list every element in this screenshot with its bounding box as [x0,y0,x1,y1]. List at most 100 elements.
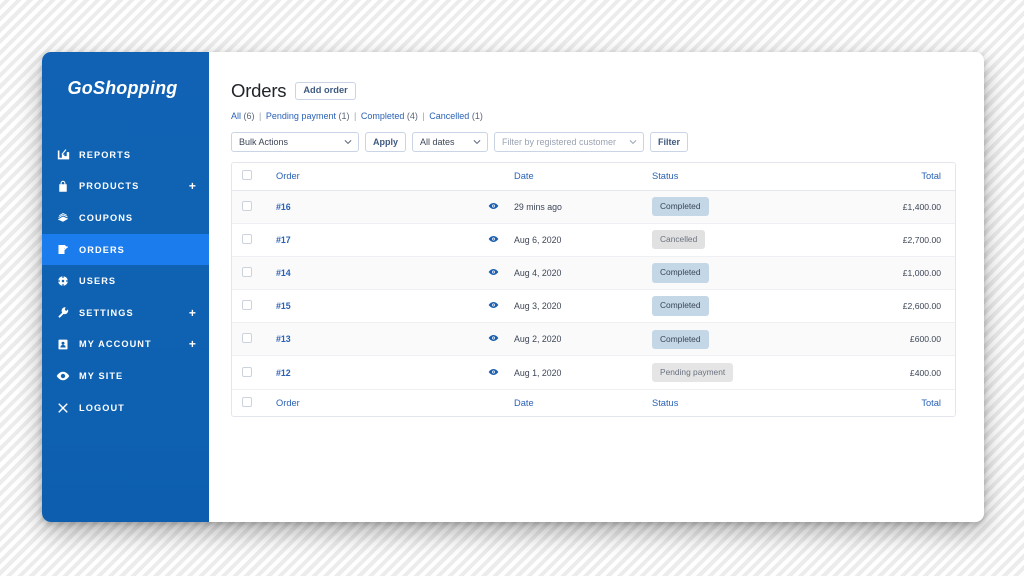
column-header-status[interactable]: Status [652,163,842,191]
sidebar-item-label: REPORTS [79,149,132,160]
sidebar-item-reports[interactable]: REPORTS [42,139,209,171]
bulk-actions-value: Bulk Actions [239,137,289,147]
filter-link-all[interactable]: All [231,111,241,121]
row-checkbox[interactable] [242,266,252,277]
row-select-cell [232,289,262,324]
sidebar-item-settings[interactable]: SETTINGS + [42,297,209,329]
status-badge: Cancelled [652,230,706,250]
eye-icon [56,369,70,383]
bulk-actions-select[interactable]: Bulk Actions [231,132,359,152]
order-cell: #12 [262,355,472,390]
sidebar-item-label: PRODUCTS [79,181,140,192]
filter-link-cancelled[interactable]: Cancelled [429,111,469,121]
sidebar-item-label: MY SITE [79,370,124,381]
column-footer-order[interactable]: Order [262,388,472,417]
sidebar-item-my-account[interactable]: MY ACCOUNT + [42,329,209,361]
sidebar-item-products[interactable]: PRODUCTS + [42,171,209,203]
status-badge: Completed [652,296,709,316]
expand-plus-icon[interactable]: + [189,338,197,350]
date-cell: 29 mins ago [514,190,652,224]
select-all-checkbox-footer[interactable] [242,396,252,407]
total-cell: £400.00 [842,355,955,390]
filter-button[interactable]: Filter [650,132,689,152]
table-row[interactable]: #15 Aug 3, 2020 Completed £2,600.00 [232,289,955,324]
preview-cell[interactable] [472,223,514,257]
preview-eye-icon[interactable] [488,235,499,245]
table-row[interactable]: #12 Aug 1, 2020 Pending payment £400.00 [232,355,955,390]
users-icon [56,274,70,288]
sidebar-item-users[interactable]: USERS [42,265,209,297]
preview-cell[interactable] [472,355,514,390]
chevron-down-icon [629,138,637,146]
table-row[interactable]: #17 Aug 6, 2020 Cancelled £2,700.00 [232,223,955,257]
row-select-cell [232,190,262,224]
column-header-total[interactable]: Total [842,163,955,191]
total-cell: £1,400.00 [842,190,955,224]
add-order-button[interactable]: Add order [295,81,356,101]
status-badge: Pending payment [652,362,734,383]
preview-eye-icon[interactable] [488,301,499,311]
filter-link-completed[interactable]: Completed [361,111,405,121]
page-header: Orders Add order [231,80,956,102]
filter-count: (6) [243,111,255,121]
page-title: Orders [231,80,287,101]
preview-cell[interactable] [472,190,514,224]
order-link[interactable]: #13 [276,334,291,344]
preview-eye-icon[interactable] [488,202,499,212]
order-link[interactable]: #16 [276,202,291,212]
column-footer-date[interactable]: Date [514,388,652,417]
order-link[interactable]: #14 [276,268,291,278]
table-row[interactable]: #14 Aug 4, 2020 Completed £1,000.00 [232,256,955,291]
sidebar-item-label: USERS [79,276,117,287]
dates-value: All dates [420,137,455,147]
status-cell: Cancelled [652,223,842,257]
preview-cell[interactable] [472,289,514,324]
preview-eye-icon[interactable] [488,334,499,344]
table-foot: Order Date Status Total [232,388,955,417]
filter-link-pending-payment[interactable]: Pending payment [266,111,336,121]
row-select-cell [232,223,262,257]
order-cell: #17 [262,223,472,257]
column-footer-total[interactable]: Total [842,388,955,417]
account-icon [56,337,70,351]
sidebar-item-logout[interactable]: LOGOUT [42,392,209,424]
status-cell: Completed [652,289,842,324]
preview-eye-icon[interactable] [488,268,499,278]
apply-button[interactable]: Apply [365,132,407,152]
order-link[interactable]: #15 [276,301,291,311]
column-header-date[interactable]: Date [514,163,652,191]
row-checkbox[interactable] [242,366,252,377]
table-row[interactable]: #16 29 mins ago Completed £1,400.00 [232,190,955,224]
expand-plus-icon[interactable]: + [189,307,197,319]
chevron-down-icon [344,138,352,146]
preview-cell[interactable] [472,322,514,357]
order-link[interactable]: #17 [276,235,291,245]
column-header-order[interactable]: Order [262,163,472,191]
column-footer-status[interactable]: Status [652,388,842,417]
row-checkbox[interactable] [242,300,252,311]
bar-chart-icon [56,148,70,162]
row-checkbox[interactable] [242,233,252,244]
filter-count: (1) [471,111,483,121]
sidebar-item-coupons[interactable]: COUPONS [42,202,209,234]
select-all-checkbox[interactable] [242,170,252,181]
sidebar-item-my-site[interactable]: MY SITE [42,360,209,392]
coupon-icon [56,211,70,225]
orders-table-card: Order Date Status Total #16 29 mins ago … [231,162,956,418]
preview-cell[interactable] [472,256,514,291]
select-all-cell [232,163,262,191]
row-checkbox[interactable] [242,333,252,344]
table-row[interactable]: #13 Aug 2, 2020 Completed £600.00 [232,322,955,357]
expand-plus-icon[interactable]: + [189,180,197,192]
order-cell: #16 [262,190,472,224]
sidebar-item-label: LOGOUT [79,402,125,413]
dates-select[interactable]: All dates [412,132,489,152]
customer-filter-select[interactable]: Filter by registered customer [494,132,645,152]
preview-eye-icon[interactable] [488,368,499,378]
app-window: GoShopping REPORTS PRODUCTS + COUPONS OR… [42,52,984,522]
table-header-row: Order Date Status Total [232,163,955,191]
sidebar-item-orders[interactable]: ORDERS [42,233,209,266]
table-body: #16 29 mins ago Completed £1,400.00 #17 … [232,190,955,390]
row-checkbox[interactable] [242,200,252,211]
order-link[interactable]: #12 [276,368,291,378]
